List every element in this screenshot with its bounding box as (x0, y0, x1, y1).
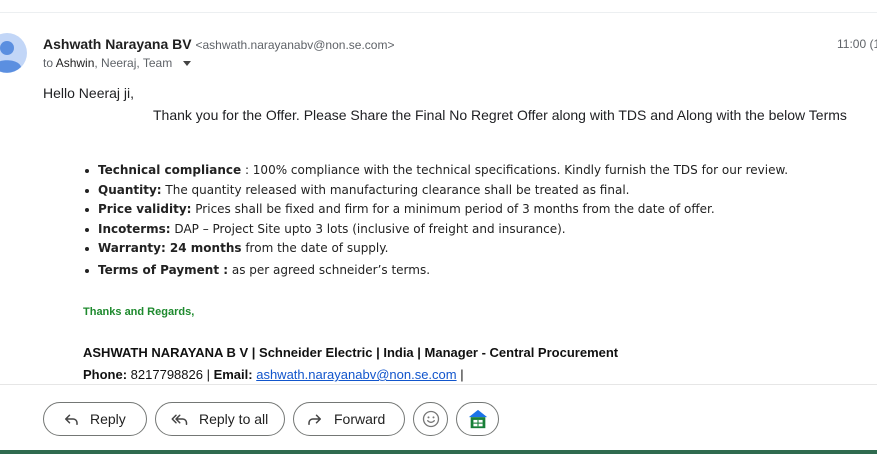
recipients-rest: , Neeraj, Team (94, 56, 173, 70)
term-label: Technical compliance (98, 163, 242, 177)
recipient-first: Ashwin (55, 56, 95, 70)
person-avatar-icon[interactable] (0, 33, 27, 73)
recipients-prefix: to (43, 56, 54, 70)
sender-email: <ashwath.narayanabv@non.se.com> (195, 38, 395, 52)
sheets-app-button[interactable] (456, 402, 499, 436)
term-text: : 100% compliance with the technical spe… (241, 163, 789, 177)
reply-all-label: Reply to all (199, 411, 269, 427)
forward-label: Forward (334, 411, 386, 427)
forward-button[interactable]: Forward (293, 402, 405, 436)
intro-paragraph: Thank you for the Offer. Please Share th… (153, 107, 847, 123)
terms-list: Technical compliance : 100% compliance w… (84, 162, 789, 282)
term-incoterms: Incoterms: DAP – Project Site upto 3 lot… (84, 221, 788, 241)
term-technical-compliance: Technical compliance : 100% compliance w… (84, 162, 789, 182)
sheets-app-icon (468, 409, 487, 429)
emoji-reaction-button[interactable] (413, 402, 448, 436)
signature-contact-line: Phone: 8217798826 | Email: ashwath.naray… (83, 367, 464, 382)
bottom-color-strip (0, 450, 877, 454)
sender-line: Ashwath Narayana BV <ashwath.narayanabv@… (43, 36, 394, 52)
top-divider (0, 12, 877, 13)
reply-all-arrow-icon (171, 414, 188, 425)
signature-trailing: | (456, 367, 464, 382)
term-label: Price validity: (98, 202, 192, 217)
reply-arrow-icon (65, 414, 78, 425)
emoji-smile-icon (422, 410, 439, 428)
term-text: as per agreed schneider’s terms. (228, 262, 431, 277)
term-warranty: Warranty: 24 months from the date of sup… (84, 240, 788, 260)
reply-button[interactable]: Reply (43, 402, 147, 436)
term-text: from the date of supply. (241, 241, 389, 256)
signature-title-line: ASHWATH NARAYANA B V | Schneider Electri… (83, 345, 619, 360)
email-label: Email: (213, 367, 253, 382)
forward-arrow-icon (308, 414, 321, 425)
term-quantity: Quantity: The quantity released with man… (84, 182, 788, 202)
term-payment: Terms of Payment : as per agreed schneid… (84, 262, 788, 282)
term-text: The quantity released with manufacturing… (161, 182, 630, 197)
caret-down-icon[interactable] (182, 61, 191, 67)
signature-email-link[interactable]: ashwath.narayanabv@non.se.com (256, 367, 456, 382)
message-time: 11:00 (1 (837, 37, 877, 51)
term-label: Incoterms: (98, 221, 171, 236)
term-label: Terms of Payment : (98, 262, 229, 277)
phone-label: Phone: (83, 367, 128, 382)
term-label: Quantity: (98, 182, 162, 197)
term-text: DAP – Project Site upto 3 lots (inclusiv… (170, 221, 566, 236)
reply-label: Reply (90, 411, 126, 427)
greeting: Hello Neeraj ji, (43, 85, 135, 101)
phone-value: 8217798826 | (127, 367, 214, 382)
term-price-validity: Price validity: Prices shall be fixed an… (84, 201, 788, 221)
recipients-line[interactable]: to Ashwin, Neeraj, Team (43, 56, 191, 70)
term-text: Prices shall be fixed and firm for a min… (191, 202, 715, 217)
term-label: Warranty: 24 months (98, 241, 242, 256)
actions-divider (0, 384, 877, 385)
signature-regards: Thanks and Regards, (83, 306, 195, 318)
sender-name[interactable]: Ashwath Narayana BV (43, 36, 192, 52)
reply-all-button[interactable]: Reply to all (155, 402, 285, 436)
